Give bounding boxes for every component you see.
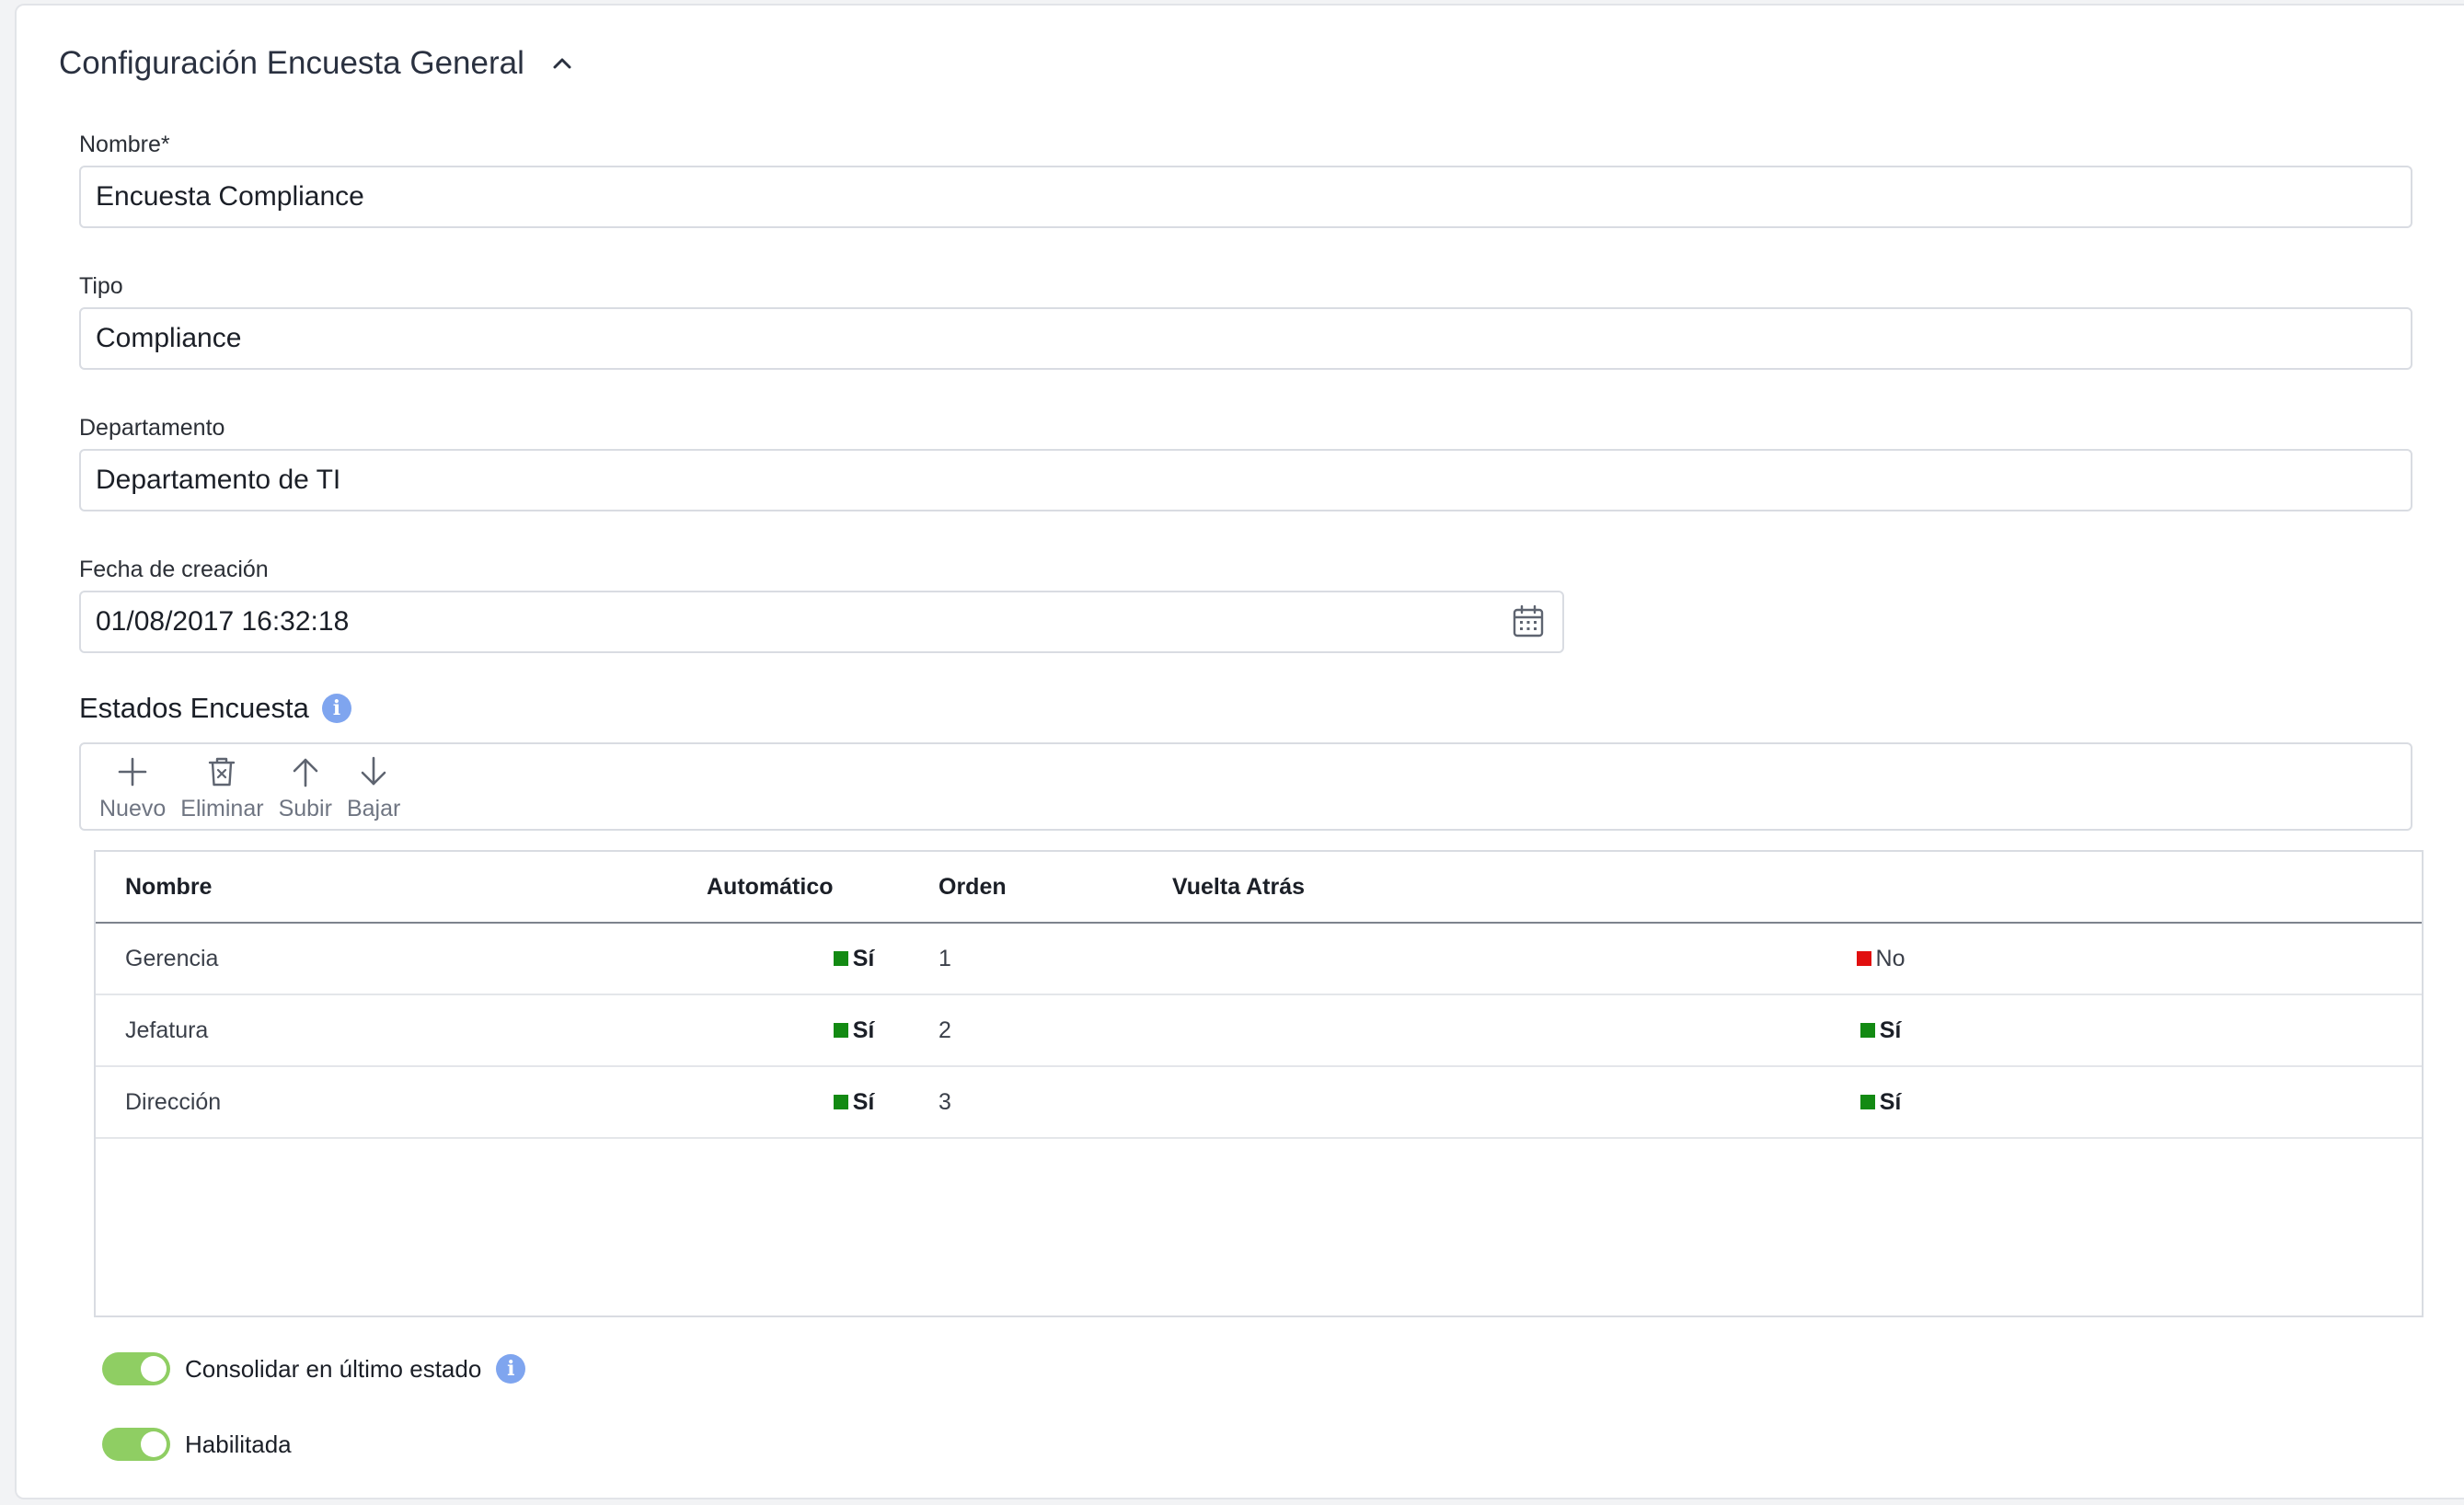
cell-nombre: Jefatura [125,1017,209,1043]
section-header[interactable]: Configuración Encuesta General [59,40,576,86]
cell-orden: 3 [938,1088,951,1115]
nuevo-label: Nuevo [99,796,167,821]
nombre-label: Nombre* [79,132,170,157]
status-text: No [1875,945,1906,971]
eliminar-button[interactable]: Eliminar [180,744,264,822]
status-text: Sí [852,1017,875,1043]
green-square-icon [833,1095,848,1109]
column-header-vuelta-atras[interactable]: Vuelta Atrás [1172,852,1305,922]
status-text: Sí [1879,1017,1902,1043]
section-title: Configuración Encuesta General [59,45,524,81]
consolidar-label: Consolidar en último estado [185,1354,482,1383]
info-icon[interactable]: i [321,694,351,723]
grid-header: Nombre Automático Orden Vuelta Atrás [96,852,2422,924]
status-text: Sí [1879,1088,1902,1115]
cell-automatico: Sí [707,924,1001,994]
consolidar-toggle[interactable] [102,1352,170,1385]
cell-orden: 1 [938,945,951,971]
chevron-up-icon[interactable] [548,50,576,77]
column-header-orden[interactable]: Orden [938,852,1007,922]
status-text: Sí [852,945,875,971]
green-square-icon [1860,1023,1875,1038]
nombre-value: Encuesta Compliance [96,181,364,212]
green-square-icon [833,951,848,966]
habilitada-toggle-row: Habilitada [102,1428,292,1461]
tipo-value: Compliance [96,323,242,353]
table-row[interactable]: Jefatura Sí 2 Sí [96,995,2422,1067]
info-icon[interactable]: i [496,1354,526,1384]
cell-status: No [1733,924,2028,994]
status-no: No [1856,945,1906,972]
nombre-field[interactable]: Encuesta Compliance [79,166,2412,228]
arrow-up-icon [287,753,324,790]
fecha-value: 01/08/2017 16:32:18 [96,606,350,637]
green-square-icon [833,1023,848,1038]
eliminar-label: Eliminar [180,796,264,821]
nuevo-button[interactable]: Nuevo [99,744,166,822]
cell-nombre: Dirección [125,1088,222,1115]
estados-grid: Nombre Automático Orden Vuelta Atrás Ger… [94,850,2424,1317]
column-header-nombre[interactable]: Nombre [125,852,212,922]
consolidar-toggle-row: Consolidar en último estado i [102,1352,526,1385]
estados-toolbar: Nuevo Eliminar Subir Bajar [79,742,2412,831]
trash-icon [203,753,240,790]
survey-config-card: Configuración Encuesta General Nombre* E… [15,4,2464,1499]
estados-encuesta-heading: Estados Encuesta i [79,692,351,725]
cell-orden: 2 [938,1017,951,1043]
status-yes: Sí [1860,1017,1902,1044]
cell-nombre: Gerencia [125,945,219,971]
habilitada-toggle[interactable] [102,1428,170,1461]
status-yes: Sí [833,1088,875,1116]
plus-icon [114,753,151,790]
cell-automatico: Sí [707,1067,1001,1137]
green-square-icon [1860,1095,1875,1109]
toggle-knob [141,1356,167,1382]
toggle-knob [141,1431,167,1457]
tipo-field[interactable]: Compliance [79,307,2412,370]
subir-button[interactable]: Subir [279,744,332,822]
column-header-automatico[interactable]: Automático [707,852,834,922]
red-square-icon [1856,951,1871,966]
bajar-label: Bajar [346,796,401,821]
departamento-value: Departamento de TI [96,465,341,495]
status-text: Sí [852,1088,875,1115]
cell-automatico: Sí [707,995,1001,1065]
cell-status: Sí [1733,995,2028,1065]
habilitada-label: Habilitada [185,1430,292,1458]
fecha-creacion-field[interactable]: 01/08/2017 16:32:18 [79,591,1564,653]
arrow-down-icon [355,753,392,790]
departamento-label: Departamento [79,415,225,441]
status-yes: Sí [833,945,875,972]
fecha-label: Fecha de creación [79,557,269,582]
status-yes: Sí [1860,1088,1902,1116]
departamento-field[interactable]: Departamento de TI [79,449,2412,511]
tipo-label: Tipo [79,273,123,299]
cell-status: Sí [1733,1067,2028,1137]
bajar-button[interactable]: Bajar [347,744,400,822]
status-yes: Sí [833,1017,875,1044]
table-row[interactable]: Gerencia Sí 1 No [96,924,2422,995]
calendar-icon[interactable] [1511,604,1546,639]
subir-label: Subir [278,796,332,821]
estados-title: Estados Encuesta [79,692,309,724]
table-row[interactable]: Dirección Sí 3 Sí [96,1067,2422,1139]
